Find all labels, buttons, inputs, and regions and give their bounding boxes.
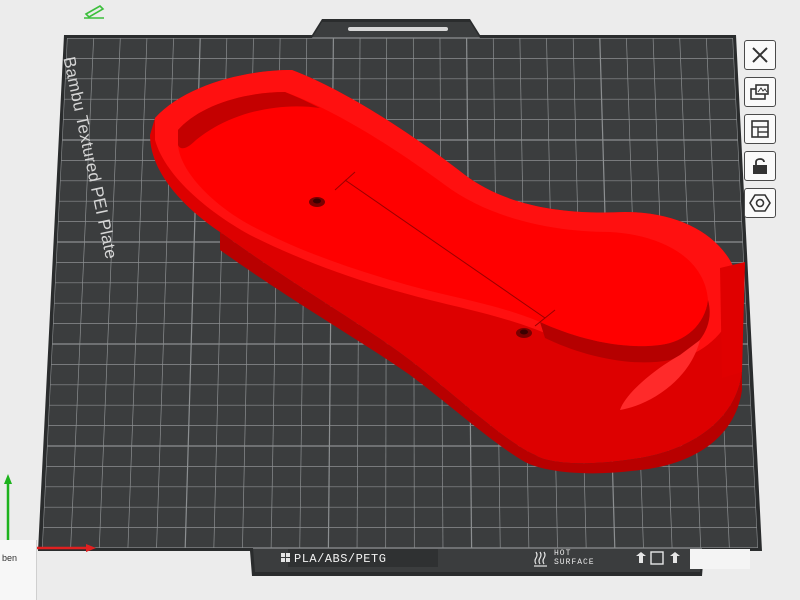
hex-nut-icon: [749, 194, 771, 212]
lock-button[interactable]: [744, 151, 776, 181]
close-icon: [752, 47, 768, 63]
arrange-icon: [750, 84, 769, 100]
arrange-button[interactable]: [744, 77, 776, 107]
plate-white-tab: [690, 549, 750, 569]
material-tag: PLA/ABS/PETG: [294, 552, 387, 566]
hot-surface-label-line2: SURFACE: [554, 558, 595, 567]
layout-button[interactable]: [744, 114, 776, 144]
lock-icon: [753, 158, 767, 174]
edit-icon: [84, 5, 105, 19]
settings-button[interactable]: [744, 188, 776, 218]
layout-icon: [751, 120, 769, 138]
plate-tab-highlight: [348, 27, 448, 31]
hot-surface-label-line1: HOT: [554, 549, 572, 558]
side-panel: [0, 540, 37, 600]
close-button[interactable]: [744, 40, 776, 70]
side-panel-text: ben: [2, 553, 18, 563]
3d-viewport[interactable]: [0, 0, 800, 600]
